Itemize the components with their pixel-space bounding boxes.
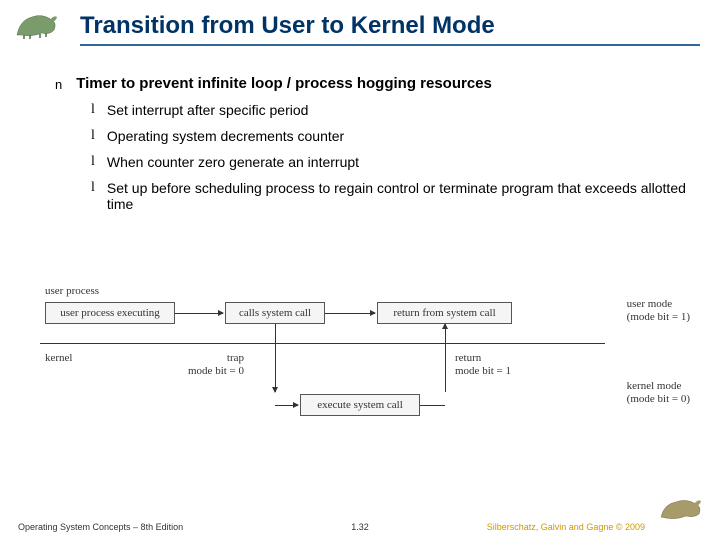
- sub-bullet: l Set interrupt after specific period: [91, 102, 690, 118]
- line: [420, 405, 445, 406]
- footer-center: 1.32: [351, 522, 369, 532]
- diagram-label-kernel: kernel: [45, 352, 72, 364]
- sub-bullet-text: Operating system decrements counter: [107, 128, 344, 144]
- sub-bullet: l When counter zero generate an interrup…: [91, 154, 690, 170]
- arrow-icon: [445, 324, 446, 392]
- separator-line: [40, 343, 605, 344]
- dinosaur-icon: [658, 492, 708, 522]
- footer-left: Operating System Concepts – 8th Edition: [18, 522, 183, 532]
- sub-bullet-text: When counter zero generate an interrupt: [107, 154, 359, 170]
- box-execute-system-call: execute system call: [300, 394, 420, 416]
- bullet-marker: n: [55, 77, 62, 92]
- bullet-marker: l: [91, 154, 95, 170]
- arrow-icon: [175, 313, 223, 314]
- bullet-marker: l: [91, 180, 95, 212]
- arrow-icon: [275, 324, 276, 392]
- sub-bullet-text: Set up before scheduling process to rega…: [107, 180, 690, 212]
- diagram-label-trap: trap mode bit = 0: [188, 352, 244, 378]
- mode-transition-diagram: user process user process executing call…: [40, 280, 690, 450]
- arrow-icon: [325, 313, 375, 314]
- diagram-label-return: return mode bit = 1: [455, 352, 511, 378]
- content: n Timer to prevent infinite loop / proce…: [55, 75, 690, 222]
- box-calls-system-call: calls system call: [225, 302, 325, 324]
- slide: Transition from User to Kernel Mode n Ti…: [0, 0, 720, 540]
- box-return-from-call: return from system call: [377, 302, 512, 324]
- main-bullet: n Timer to prevent infinite loop / proce…: [55, 75, 690, 92]
- footer-right: Silberschatz, Galvin and Gagne © 2009: [487, 522, 645, 532]
- text: user mode: [627, 298, 673, 310]
- text: (mode bit = 1): [627, 311, 690, 323]
- text: mode bit = 0: [188, 365, 244, 377]
- sub-bullet: l Set up before scheduling process to re…: [91, 180, 690, 212]
- text: return: [455, 352, 481, 364]
- diagram-label-kernel-mode: kernel mode (mode bit = 0): [627, 380, 690, 406]
- sub-bullet-list: l Set interrupt after specific period l …: [91, 102, 690, 212]
- sub-bullet-text: Set interrupt after specific period: [107, 102, 309, 118]
- text: kernel mode: [627, 380, 682, 392]
- arrow-icon: [275, 405, 298, 406]
- diagram-label-user-process: user process: [45, 285, 99, 297]
- bullet-marker: l: [91, 128, 95, 144]
- dinosaur-icon: [12, 5, 62, 40]
- slide-title: Transition from User to Kernel Mode: [80, 12, 700, 46]
- text: (mode bit = 0): [627, 393, 690, 405]
- box-user-executing: user process executing: [45, 302, 175, 324]
- diagram-label-user-mode: user mode (mode bit = 1): [627, 298, 690, 324]
- main-bullet-text: Timer to prevent infinite loop / process…: [76, 75, 492, 92]
- text: trap: [227, 352, 244, 364]
- text: mode bit = 1: [455, 365, 511, 377]
- sub-bullet: l Operating system decrements counter: [91, 128, 690, 144]
- bullet-marker: l: [91, 102, 95, 118]
